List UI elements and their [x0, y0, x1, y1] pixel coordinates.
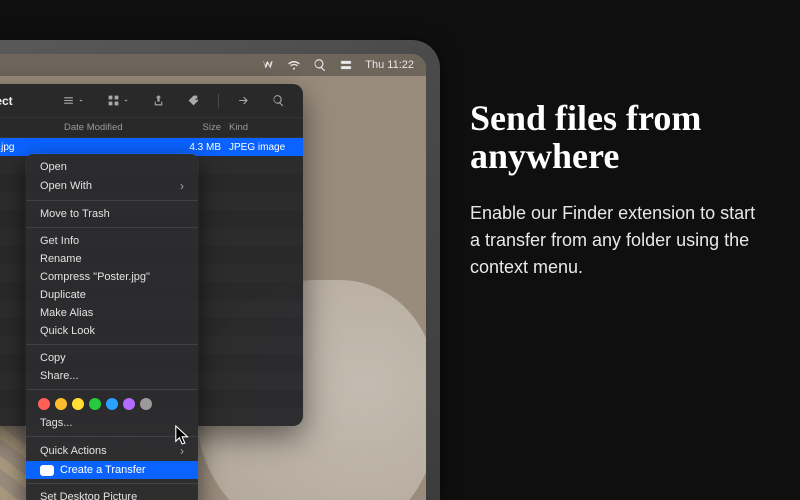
col-date[interactable]: Date Modified: [64, 122, 159, 133]
col-kind[interactable]: Kind: [229, 122, 291, 133]
control-center-icon[interactable]: [339, 58, 353, 72]
tag-color-dot[interactable]: [55, 398, 67, 410]
tag-color-dot[interactable]: [38, 398, 50, 410]
menu-open[interactable]: Open: [26, 158, 198, 176]
menu-tags[interactable]: Tags...: [26, 414, 198, 432]
menu-compress[interactable]: Compress "Poster.jpg": [26, 268, 198, 286]
menu-separator: [26, 389, 198, 390]
menu-tag-colors: [26, 394, 198, 414]
menu-set-desktop[interactable]: Set Desktop Picture: [26, 488, 198, 500]
menu-separator: [26, 200, 198, 201]
menubar-clock[interactable]: Thu 11:22: [365, 59, 414, 71]
menu-create-transfer[interactable]: Create a Transfer: [26, 461, 198, 479]
tag-color-dot[interactable]: [140, 398, 152, 410]
wetransfer-menubar-icon[interactable]: [261, 58, 275, 72]
menu-quick-actions[interactable]: Quick Actions: [26, 441, 198, 461]
tag-color-dot[interactable]: [106, 398, 118, 410]
marketing-body: Enable our Finder extension to start a t…: [470, 200, 770, 281]
marketing-headline: Send files from anywhere: [470, 100, 770, 176]
finder-toolbar: Project: [0, 84, 303, 118]
menu-open-with[interactable]: Open With: [26, 176, 198, 196]
file-kind: JPEG image: [229, 142, 291, 153]
menu-rename[interactable]: Rename: [26, 250, 198, 268]
spotlight-search-icon[interactable]: [313, 58, 327, 72]
menubar: Thu 11:22: [0, 54, 426, 76]
view-list-button[interactable]: [56, 91, 91, 110]
col-name[interactable]: Name⌃: [0, 122, 64, 133]
column-headers: Name⌃ Date Modified Size Kind: [0, 118, 303, 138]
col-size[interactable]: Size: [159, 122, 229, 133]
menu-get-info[interactable]: Get Info: [26, 232, 198, 250]
context-menu: Open Open With Move to Trash Get Info Re…: [26, 154, 198, 500]
menu-separator: [26, 483, 198, 484]
cursor-icon: [174, 424, 192, 446]
menu-duplicate[interactable]: Duplicate: [26, 286, 198, 304]
menu-separator: [26, 227, 198, 228]
more-button[interactable]: [231, 91, 256, 110]
file-size: 4.3 MB: [159, 142, 229, 153]
file-name: Poster.jpg: [0, 142, 14, 153]
tag-color-dot[interactable]: [72, 398, 84, 410]
laptop-frame: Thu 11:22 Project Name⌃ Date Modified Si…: [0, 40, 440, 500]
menu-move-to-trash[interactable]: Move to Trash: [26, 205, 198, 223]
tags-button[interactable]: [181, 91, 206, 110]
menu-copy[interactable]: Copy: [26, 349, 198, 367]
menu-separator: [26, 436, 198, 437]
menu-make-alias[interactable]: Make Alias: [26, 304, 198, 322]
menu-quick-look[interactable]: Quick Look: [26, 322, 198, 340]
marketing-copy: Send files from anywhere Enable our Find…: [470, 100, 770, 281]
menu-separator: [26, 344, 198, 345]
group-by-button[interactable]: [101, 91, 136, 110]
tag-color-dot[interactable]: [123, 398, 135, 410]
wetransfer-app-icon: [40, 465, 54, 476]
search-button[interactable]: [266, 91, 291, 110]
share-button[interactable]: [146, 91, 171, 110]
tag-color-dot[interactable]: [89, 398, 101, 410]
window-title: Project: [0, 94, 13, 108]
menu-share[interactable]: Share...: [26, 367, 198, 385]
wifi-icon[interactable]: [287, 58, 301, 72]
desktop: Thu 11:22 Project Name⌃ Date Modified Si…: [0, 54, 426, 500]
